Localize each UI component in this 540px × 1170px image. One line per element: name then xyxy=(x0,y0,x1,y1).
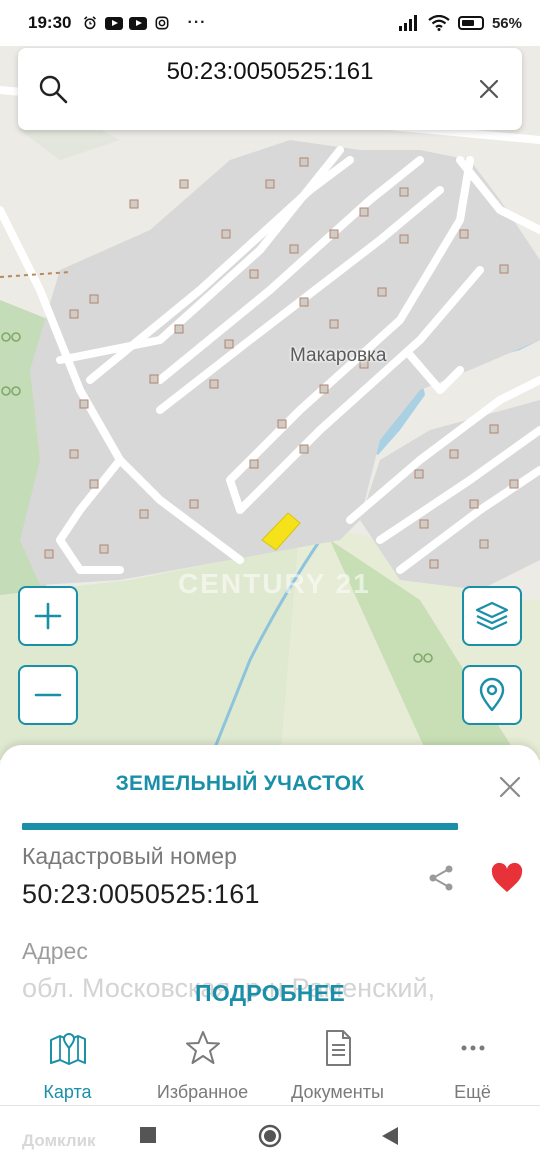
nav-item-documents[interactable]: Документы xyxy=(270,1020,405,1105)
my-location-button[interactable] xyxy=(462,665,522,725)
zoom-out-button[interactable] xyxy=(18,665,78,725)
map-place-label: Макаровка xyxy=(290,345,387,366)
location-pin-icon xyxy=(479,677,505,712)
cadastral-number-label: Кадастровый номер xyxy=(22,843,237,869)
domklik-watermark: Домклик xyxy=(22,1131,96,1150)
battery-icon xyxy=(457,16,484,30)
signal-icon xyxy=(398,15,417,31)
map-icon xyxy=(49,1033,86,1065)
minus-icon xyxy=(34,693,62,697)
sheet-title: ЗЕМЕЛЬНЫЙ УЧАСТОК xyxy=(115,772,365,795)
layers-icon xyxy=(475,601,509,631)
recent-apps-button[interactable] xyxy=(139,1126,157,1144)
nav-item-label: Ещё xyxy=(454,1082,491,1102)
layers-button[interactable] xyxy=(462,586,522,646)
nav-item-favorites[interactable]: Избранное xyxy=(135,1020,270,1105)
share-icon[interactable] xyxy=(426,863,456,893)
nav-item-map[interactable]: Карта xyxy=(0,1020,135,1105)
home-button[interactable] xyxy=(258,1124,282,1148)
heart-icon[interactable] xyxy=(490,862,524,894)
map-canvas[interactable] xyxy=(0,40,540,760)
more-notifications-icon: ··· xyxy=(187,14,207,31)
youtube-icon xyxy=(129,16,148,30)
status-bar: 19:30 ··· 56% xyxy=(0,0,540,46)
close-icon[interactable] xyxy=(476,76,502,102)
zoom-in-button[interactable] xyxy=(18,586,78,646)
alarm-icon xyxy=(84,16,97,30)
battery-percent: 56% xyxy=(491,14,522,32)
star-icon xyxy=(185,1031,220,1064)
search-bar[interactable]: 50:23:0050525:161 xyxy=(18,48,522,130)
cadastral-number-value: 50:23:0050525:161 xyxy=(22,879,260,909)
parcel-info-sheet[interactable]: ЗЕМЕЛЬНЫЙ УЧАСТОК Кадастровый номер 50:2… xyxy=(0,745,540,1035)
back-button[interactable] xyxy=(380,1126,400,1146)
youtube-icon xyxy=(105,16,124,30)
status-time: 19:30 xyxy=(28,13,72,32)
nav-item-label: Избранное xyxy=(156,1082,249,1102)
bottom-navigation: Карта Избранное Документы Ещё xyxy=(0,1020,540,1106)
more-details-button[interactable]: ПОДРОБНЕЕ xyxy=(0,980,540,1007)
nav-item-more[interactable]: Ещё xyxy=(405,1020,540,1105)
wifi-icon xyxy=(428,15,450,31)
map-watermark: CENTURY 21 xyxy=(178,568,371,599)
instagram-icon xyxy=(156,16,169,30)
nav-item-label: Документы xyxy=(291,1082,384,1102)
sheet-divider-bar xyxy=(22,823,458,830)
search-input[interactable]: 50:23:0050525:161 xyxy=(18,58,522,86)
close-icon[interactable] xyxy=(498,775,522,799)
more-icon xyxy=(461,1045,484,1051)
plus-icon xyxy=(34,602,62,630)
map-view[interactable]: Макаровка CENTURY 21 xyxy=(0,40,540,760)
system-navigation-bar: Домклик xyxy=(0,1107,540,1170)
document-icon xyxy=(325,1030,351,1066)
nav-item-label: Карта xyxy=(43,1082,92,1102)
address-label: Адрес xyxy=(22,938,88,964)
